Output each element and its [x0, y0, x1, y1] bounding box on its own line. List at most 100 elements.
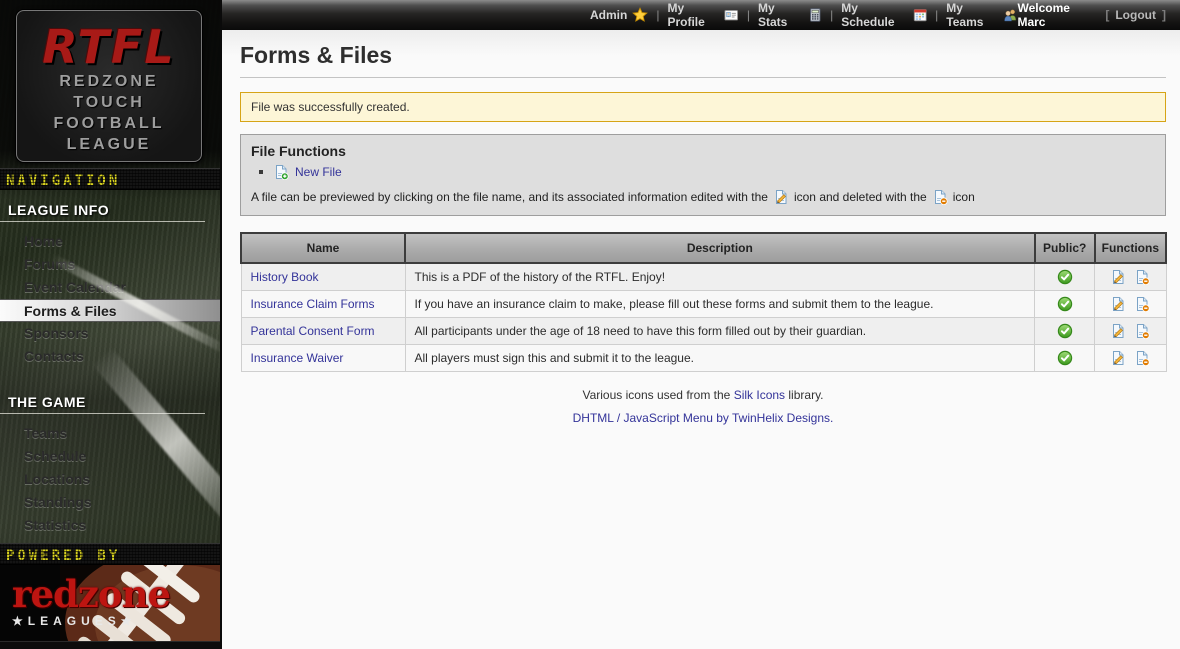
menu-item-my-teams-label: My Teams [946, 1, 998, 29]
file-name-link[interactable]: Insurance Waiver [251, 351, 344, 365]
sidebar-item-locations[interactable]: Locations [0, 468, 220, 491]
help-text-before: A file can be previewed by clicking on t… [251, 190, 768, 204]
rtfl-logo-line: TOUCH [17, 92, 201, 113]
rtfl-logo-line: LEAGUE [17, 134, 201, 155]
welcome-message: Welcome Marc [1017, 1, 1091, 29]
leagues-logo-text: ★LEAGUES★ [12, 614, 170, 628]
menu-item-admin-label: Admin [590, 8, 627, 22]
the-game-section: THE GAME Teams Schedule Locations Standi… [0, 382, 220, 537]
table-row: Insurance Waiver All players must sign t… [241, 345, 1166, 372]
menu-item-my-teams[interactable]: My Teams [946, 1, 1017, 29]
menu-separator: | [935, 8, 938, 22]
powered-by-banner: POWERED BY [0, 543, 220, 565]
table-row: History Book This is a PDF of the histor… [241, 263, 1166, 291]
vcard-icon [724, 7, 738, 23]
redzone-leagues-logo-area: redzone ★LEAGUES★ [0, 565, 220, 649]
table-row: Parental Consent Form All participants u… [241, 318, 1166, 345]
edit-file-icon[interactable] [1110, 350, 1126, 366]
sidebar-item-forms-files[interactable]: Forms & Files [0, 299, 220, 322]
column-header-public: Public? [1035, 233, 1095, 263]
league-logo: RTFL REDZONE TOUCH FOOTBALL LEAGUE [0, 0, 220, 168]
sidebar-item-statistics[interactable]: Statistics [0, 514, 220, 537]
public-accept-icon [1057, 269, 1073, 285]
topbar: Admin | My Profile | My Stats | My Sched… [222, 0, 1180, 30]
menu-item-my-schedule[interactable]: My Schedule [841, 1, 927, 29]
help-text-after: icon [953, 190, 975, 204]
menu-item-my-profile[interactable]: My Profile [667, 1, 738, 29]
sidebar-item-schedule[interactable]: Schedule [0, 445, 220, 468]
calculator-icon [808, 7, 822, 23]
logout-bracket: [ [1105, 8, 1109, 22]
file-description: All participants under the age of 18 nee… [405, 318, 1035, 345]
credits-text-after: library. [788, 388, 823, 402]
sidebar-item-sponsors[interactable]: Sponsors [0, 322, 220, 345]
edit-file-icon[interactable] [1110, 296, 1126, 312]
main-content: Forms & Files File was successfully crea… [222, 30, 1180, 649]
file-description: This is a PDF of the history of the RTFL… [405, 263, 1035, 291]
menu-separator: | [747, 8, 750, 22]
twinhelix-link[interactable]: DHTML / JavaScript Menu by TwinHelix Des… [573, 411, 834, 425]
logout-bracket: ] [1162, 8, 1166, 22]
menu-item-admin[interactable]: Admin [590, 7, 648, 23]
delete-file-icon[interactable] [1134, 296, 1150, 312]
sidebar-item-home[interactable]: Home [0, 230, 220, 253]
rtfl-logo-acronym: RTFL [17, 23, 201, 71]
delete-file-icon[interactable] [1134, 269, 1150, 285]
column-header-name: Name [241, 233, 405, 263]
delete-file-icon[interactable] [1134, 323, 1150, 339]
menu-separator: | [830, 8, 833, 22]
sidebar-item-forums[interactable]: Forums [0, 253, 220, 276]
the-game-heading: THE GAME [0, 392, 205, 414]
new-file-link[interactable]: New File [295, 165, 342, 179]
public-accept-icon [1057, 350, 1073, 366]
sidebar-item-standings[interactable]: Standings [0, 491, 220, 514]
new-file-row: New File [259, 164, 1155, 180]
menu-item-my-profile-label: My Profile [667, 1, 719, 29]
sidebar-item-teams[interactable]: Teams [0, 422, 220, 445]
file-functions-help: A file can be previewed by clicking on t… [251, 189, 1155, 205]
table-row: Insurance Claim Forms If you have an ins… [241, 291, 1166, 318]
file-functions-heading: File Functions [251, 143, 1155, 159]
public-accept-icon [1057, 296, 1073, 312]
calendar-icon [913, 7, 928, 23]
delete-file-icon[interactable] [1134, 350, 1150, 366]
edit-file-icon[interactable] [1110, 269, 1126, 285]
menu-item-my-stats[interactable]: My Stats [758, 1, 822, 29]
topbar-menu: Admin | My Profile | My Stats | My Sched… [590, 1, 1017, 29]
logout-link[interactable]: Logout [1115, 8, 1156, 22]
sidebar: RTFL REDZONE TOUCH FOOTBALL LEAGUE NAVIG… [0, 0, 222, 649]
table-header-row: Name Description Public? Functions [241, 233, 1166, 263]
file-description: If you have an insurance claim to make, … [405, 291, 1035, 318]
sidebar-item-contacts[interactable]: Contacts [0, 345, 220, 368]
navigation-banner-label: NAVIGATION [6, 173, 120, 189]
menu-item-my-schedule-label: My Schedule [841, 1, 907, 29]
credits-silk-icons: Various icons used from the Silk Icons l… [240, 388, 1166, 402]
edit-file-icon[interactable] [1110, 323, 1126, 339]
title-divider [240, 77, 1166, 78]
list-bullet [259, 170, 263, 174]
file-name-link[interactable]: History Book [251, 270, 319, 284]
star-icon [632, 7, 648, 23]
league-info-heading: LEAGUE INFO [0, 200, 205, 222]
column-header-description: Description [405, 233, 1035, 263]
rtfl-logo-line: REDZONE [17, 71, 201, 92]
page-edit-icon [773, 189, 789, 205]
sidebar-item-event-calendar[interactable]: Event Calendar [0, 276, 220, 299]
navigation-banner: NAVIGATION [0, 168, 220, 190]
redzone-leagues-logo: redzone ★LEAGUES★ [12, 575, 170, 628]
files-table: Name Description Public? Functions Histo… [240, 232, 1167, 372]
credits-text-before: Various icons used from the [582, 388, 730, 402]
sidebar-footer-strip [0, 641, 220, 649]
topbar-user-area: Welcome Marc [ Logout ] [1017, 1, 1166, 29]
menu-separator: | [656, 8, 659, 22]
column-header-functions: Functions [1095, 233, 1166, 263]
credits-twinhelix: DHTML / JavaScript Menu by TwinHelix Des… [240, 411, 1166, 425]
league-info-section: LEAGUE INFO Home Forums Event Calendar F… [0, 190, 220, 368]
group-icon [1003, 7, 1017, 23]
rtfl-logo-box: RTFL REDZONE TOUCH FOOTBALL LEAGUE [16, 10, 202, 162]
file-name-link[interactable]: Insurance Claim Forms [251, 297, 375, 311]
silk-icons-link[interactable]: Silk Icons [734, 388, 785, 402]
success-notice: File was successfully created. [240, 92, 1166, 122]
page-add-icon [273, 164, 289, 180]
file-name-link[interactable]: Parental Consent Form [251, 324, 375, 338]
